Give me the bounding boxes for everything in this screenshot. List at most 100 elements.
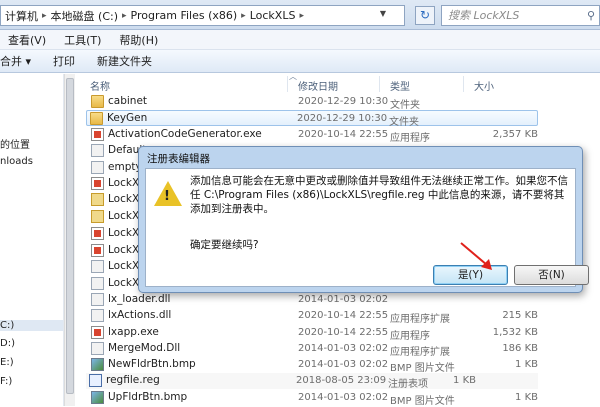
file-name: MergeMod.Dll	[108, 342, 181, 354]
file-row[interactable]: KeyGen 2020-12-29 10:30 文件夹	[86, 110, 538, 128]
file-type: 应用程序	[390, 331, 430, 342]
file-size: 2,357 KB	[492, 129, 538, 140]
file-name: cabinet	[108, 95, 148, 107]
column-header-row: 名称 ︿ 修改日期 类型 大小	[76, 72, 600, 93]
search-icon[interactable]: ⚲	[587, 6, 595, 25]
file-row[interactable]: cabinet 2020-12-29 10:30 文件夹	[88, 94, 600, 111]
file-icon	[91, 161, 104, 174]
file-type: BMP 图片文件	[390, 363, 455, 374]
scrollbar-thumb[interactable]	[66, 78, 74, 394]
nav-item-locations[interactable]: 的位置	[0, 136, 30, 151]
exe-icon	[91, 326, 104, 339]
merge-button[interactable]: 合并 ▾	[0, 53, 31, 69]
no-button[interactable]: 否(N)	[514, 265, 589, 285]
file-size: 215 KB	[502, 310, 538, 321]
column-name[interactable]: 名称	[90, 78, 110, 93]
file-row[interactable]: lxapp.exe 2020-10-14 22:55 应用程序 1,532 KB	[88, 325, 600, 342]
file-size: 1 KB	[515, 392, 538, 403]
column-type[interactable]: 类型	[390, 78, 410, 93]
sort-chevron-icon: ︿	[289, 72, 297, 81]
refresh-icon[interactable]: ↻	[415, 6, 435, 25]
file-date: 2014-01-03 02:02	[298, 392, 389, 403]
nav-item-drive-d[interactable]: D:)	[0, 338, 15, 349]
file-row[interactable]: lx_loader.dll 2014-01-03 02:02	[88, 292, 600, 308]
file-name: ActivationCodeGenerator.exe	[108, 128, 262, 140]
lockxls-icon	[91, 260, 104, 273]
nav-item-downloads[interactable]: nloads	[0, 156, 33, 167]
nav-item-drive-f[interactable]: F:)	[0, 376, 12, 387]
file-row[interactable]: NewFldrBtn.bmp 2014-01-03 02:02 BMP 图片文件…	[88, 357, 600, 374]
breadcrumb-computer[interactable]: 计算机	[5, 8, 38, 24]
file-row[interactable]: MergeMod.Dll 2014-01-03 02:02 应用程序扩展 186…	[88, 341, 600, 358]
search-input[interactable]: 搜索 LockXLS ⚲	[441, 5, 600, 26]
dialog-title: 注册表编辑器	[147, 153, 210, 165]
file-type: 应用程序扩展	[390, 347, 450, 358]
file-name: lx_loader.dll	[108, 293, 171, 305]
file-date: 2018-08-05 23:09	[296, 375, 387, 386]
file-type: 应用程序扩展	[390, 314, 450, 325]
file-name: regfile.reg	[106, 374, 160, 386]
file-type: 注册表项	[388, 379, 428, 390]
file-type: 应用程序	[390, 133, 430, 144]
file-name: UpFldrBtn.bmp	[108, 391, 188, 403]
file-date: 2014-01-03 02:02	[298, 359, 389, 370]
reg-icon	[89, 374, 102, 387]
column-divider[interactable]	[463, 76, 464, 92]
chevron-right-icon[interactable]: ▸	[42, 11, 47, 21]
print-button[interactable]: 打印	[53, 53, 75, 69]
dll-icon	[91, 309, 104, 322]
bmp-icon	[91, 391, 104, 404]
file-name: lxActions.dll	[108, 309, 172, 321]
menu-help[interactable]: 帮助(H)	[119, 32, 158, 48]
column-divider[interactable]	[379, 76, 380, 92]
file-name: KeyGen	[107, 112, 148, 124]
registry-editor-dialog: 注册表编辑器 ! 添加信息可能会在无意中更改或删除值并导致组件无法继续正常工作。…	[138, 146, 589, 293]
nav-item-drive-c[interactable]: C:)	[0, 320, 63, 331]
file-date: 2014-01-03 02:02	[298, 343, 389, 354]
file-icon	[91, 144, 104, 157]
lockxls-icon	[91, 210, 104, 223]
nav-item-drive-e[interactable]: E:)	[0, 357, 14, 368]
file-row[interactable]: UpFldrBtn.bmp 2014-01-03 02:02 BMP 图片文件 …	[88, 390, 600, 407]
file-name: lxapp.exe	[108, 326, 159, 338]
navigation-pane: 的位置 nloads C:) D:) E:) F:)	[0, 74, 64, 406]
column-divider[interactable]	[287, 76, 288, 92]
column-date[interactable]: 修改日期	[298, 78, 338, 93]
nav-scrollbar[interactable]	[64, 74, 75, 406]
menu-view[interactable]: 查看(V)	[8, 32, 46, 48]
yes-button[interactable]: 是(Y)	[433, 265, 508, 285]
breadcrumb-lockxls[interactable]: LockXLS	[250, 9, 296, 22]
chevron-right-icon[interactable]: ▸	[299, 11, 304, 21]
address-bar-area: 计算机 ▸ 本地磁盘 (C:) ▸ Program Files (x86) ▸ …	[0, 0, 600, 30]
breadcrumb-program-files[interactable]: Program Files (x86)	[131, 9, 238, 22]
lockxls-icon	[91, 277, 104, 290]
exe-icon	[91, 128, 104, 141]
lockxls-icon	[91, 227, 104, 240]
column-size[interactable]: 大小	[474, 78, 494, 93]
file-date: 2020-10-14 22:55	[298, 310, 389, 321]
file-row[interactable]: lxActions.dll 2020-10-14 22:55 应用程序扩展 21…	[88, 308, 600, 325]
lockxls-icon	[91, 193, 104, 206]
chevron-right-icon[interactable]: ▸	[241, 11, 246, 21]
chevron-right-icon[interactable]: ▸	[122, 11, 127, 21]
file-size: 186 KB	[502, 343, 538, 354]
lockxls-icon	[91, 177, 104, 190]
file-type: BMP 图片文件	[390, 396, 455, 407]
breadcrumb-drive[interactable]: 本地磁盘 (C:)	[51, 8, 118, 24]
bmp-icon	[91, 358, 104, 371]
dll-icon	[91, 293, 104, 306]
address-dropdown-icon[interactable]: ▼	[380, 9, 386, 18]
new-folder-button[interactable]: 新建文件夹	[97, 53, 152, 69]
file-row[interactable]: ActivationCodeGenerator.exe 2020-10-14 2…	[88, 127, 600, 144]
file-type: 文件夹	[390, 100, 420, 111]
file-row[interactable]: regfile.reg 2018-08-05 23:09 注册表项 1 KB	[86, 373, 538, 390]
menu-tools[interactable]: 工具(T)	[64, 32, 101, 48]
folder-icon	[91, 95, 104, 108]
file-size: 1,532 KB	[492, 327, 538, 338]
address-bar[interactable]: 计算机 ▸ 本地磁盘 (C:) ▸ Program Files (x86) ▸ …	[0, 5, 405, 26]
file-type: 文件夹	[389, 117, 419, 128]
file-date: 2014-01-03 02:02	[298, 294, 389, 305]
file-date: 2020-12-29 10:30	[297, 113, 388, 124]
file-date: 2020-12-29 10:30	[298, 96, 389, 107]
lockxls-icon	[91, 244, 104, 257]
